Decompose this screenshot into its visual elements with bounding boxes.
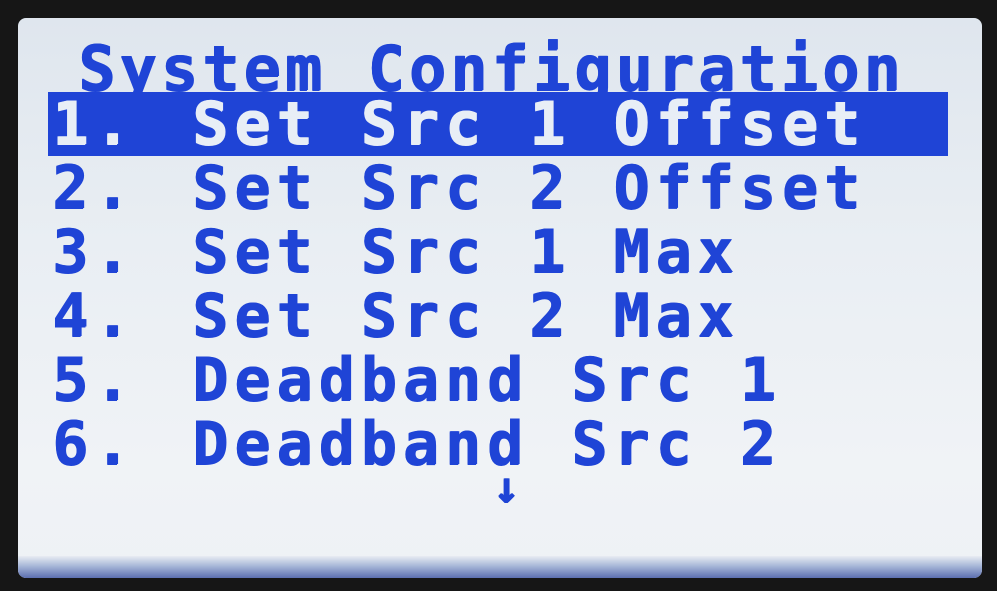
lcd-screen: System Configuration 1. Set Src 1 Offset … <box>18 18 982 578</box>
menu-item-set-src-2-offset[interactable]: 2. Set Src 2 Offset <box>48 156 948 220</box>
menu-item-label: Deadband Src 1 <box>192 345 782 415</box>
menu-item-label: Set Src 2 Max <box>192 281 740 351</box>
menu-item-number: 3. <box>52 217 137 287</box>
device-bezel: System Configuration 1. Set Src 1 Offset … <box>0 0 997 591</box>
menu-item-number: 2. <box>52 153 137 223</box>
menu-item-label: Set Src 1 Offset <box>192 89 866 159</box>
menu-item-label: Deadband Src 2 <box>192 409 782 479</box>
menu-item-label: Set Src 2 Offset <box>192 153 866 223</box>
menu-item-number: 4. <box>52 281 137 351</box>
menu-item-number: 1. <box>52 89 137 159</box>
menu-item-number: 6. <box>52 409 137 479</box>
menu-item-number: 5. <box>52 345 137 415</box>
menu-item-label: Set Src 1 Max <box>192 217 740 287</box>
config-menu: 1. Set Src 1 Offset 2. Set Src 2 Offset 3.… <box>48 92 948 476</box>
menu-item-set-src-1-max[interactable]: 3. Set Src 1 Max <box>48 220 948 284</box>
menu-item-set-src-1-offset[interactable]: 1. Set Src 1 Offset <box>48 92 948 156</box>
menu-item-deadband-src-1[interactable]: 5. Deadband Src 1 <box>48 348 948 412</box>
menu-item-set-src-2-max[interactable]: 4. Set Src 2 Max <box>48 284 948 348</box>
arrow-down-icon[interactable]: ↓ <box>493 466 526 510</box>
